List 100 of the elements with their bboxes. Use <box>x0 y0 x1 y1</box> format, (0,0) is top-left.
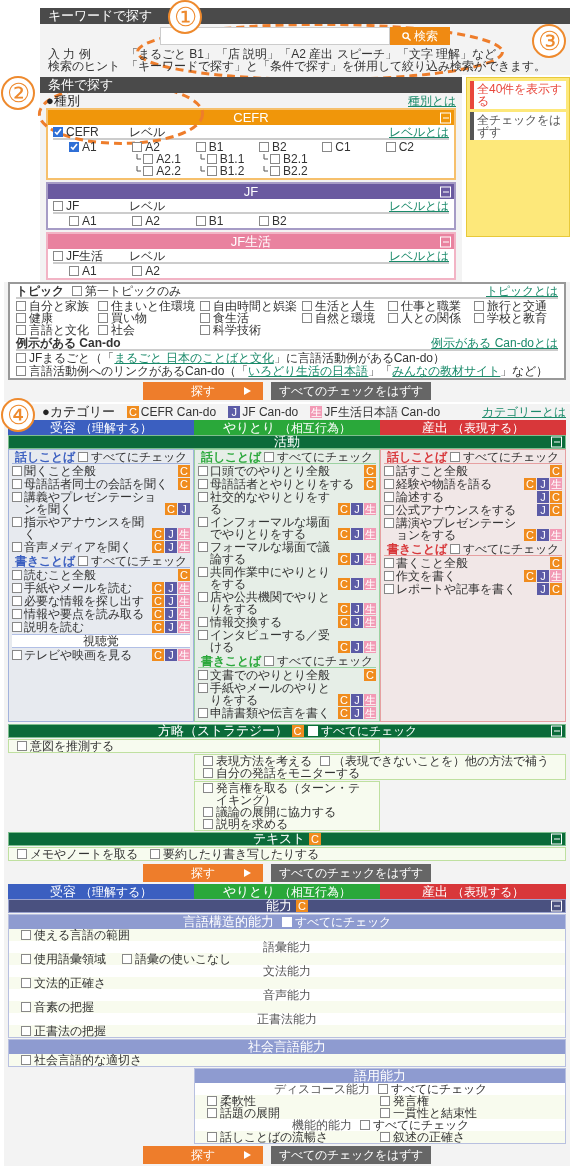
checkbox[interactable] <box>21 978 31 988</box>
checkbox[interactable] <box>384 518 394 528</box>
checkbox[interactable] <box>206 166 217 176</box>
checkbox[interactable] <box>16 301 26 311</box>
checkbox[interactable] <box>203 783 213 793</box>
help-link[interactable]: トピックとは <box>486 285 558 297</box>
checkbox[interactable] <box>198 630 208 640</box>
checkbox[interactable] <box>53 127 63 137</box>
checkbox[interactable] <box>450 544 460 554</box>
checkbox[interactable] <box>198 479 208 489</box>
checkbox[interactable] <box>200 325 210 335</box>
checkbox[interactable] <box>69 266 79 276</box>
checkbox[interactable] <box>206 154 217 164</box>
checkbox[interactable] <box>69 216 79 226</box>
checkbox[interactable] <box>474 313 484 323</box>
checkbox[interactable] <box>122 954 132 964</box>
checkbox[interactable] <box>72 286 82 296</box>
checkbox[interactable] <box>132 266 143 276</box>
checkbox[interactable] <box>259 216 269 226</box>
checkbox[interactable] <box>200 313 210 323</box>
checkbox[interactable] <box>384 558 394 568</box>
checkbox[interactable] <box>195 142 206 152</box>
checkbox[interactable] <box>12 479 22 489</box>
checkbox[interactable] <box>12 517 22 527</box>
checkbox[interactable] <box>53 201 63 211</box>
checkbox[interactable] <box>98 313 108 323</box>
sidebar-button[interactable]: 全チェックをはずす <box>470 112 566 140</box>
search-button[interactable]: 探す <box>143 1146 263 1164</box>
checkbox[interactable] <box>270 154 280 164</box>
help-link[interactable]: みんなの教材サイト <box>392 364 501 378</box>
checkbox[interactable] <box>198 492 208 502</box>
checkbox[interactable] <box>78 452 88 462</box>
checkbox[interactable] <box>207 1132 217 1142</box>
clear-button[interactable]: すべてのチェックをはずす <box>271 864 431 882</box>
checkbox[interactable] <box>132 142 143 152</box>
checkbox[interactable] <box>12 583 22 593</box>
checkbox[interactable] <box>17 849 27 859</box>
checkbox[interactable] <box>198 466 208 476</box>
checkbox[interactable] <box>98 301 108 311</box>
collapse-button[interactable] <box>551 725 562 737</box>
checkbox[interactable] <box>384 492 394 502</box>
checkbox[interactable] <box>150 849 160 859</box>
checkbox[interactable] <box>320 756 330 766</box>
checkbox[interactable] <box>198 670 208 680</box>
checkbox[interactable] <box>380 1132 390 1142</box>
collapse-button[interactable] <box>551 900 562 912</box>
checkbox[interactable] <box>195 216 206 226</box>
collapse-button[interactable] <box>551 833 562 845</box>
checkbox[interactable] <box>17 741 27 751</box>
collapse-button[interactable] <box>551 436 562 448</box>
checkbox[interactable] <box>12 596 22 606</box>
checkbox[interactable] <box>12 609 22 619</box>
checkbox[interactable] <box>21 1002 31 1012</box>
checkbox[interactable] <box>380 1108 390 1118</box>
checkbox[interactable] <box>302 313 312 323</box>
checkbox[interactable] <box>16 366 26 376</box>
checkbox[interactable] <box>198 567 208 577</box>
collapse-button[interactable] <box>440 186 451 197</box>
help-link[interactable]: レベルとは <box>389 200 449 212</box>
checkbox[interactable] <box>16 353 26 363</box>
search-button[interactable]: 探す <box>143 382 263 400</box>
checkbox[interactable] <box>207 1108 217 1118</box>
checkbox[interactable] <box>98 325 108 335</box>
help-link[interactable]: レベルとは <box>389 250 449 262</box>
checkbox[interactable] <box>359 1120 370 1130</box>
checkbox[interactable] <box>78 556 88 566</box>
checkbox[interactable] <box>385 142 396 152</box>
checkbox[interactable] <box>21 1055 31 1065</box>
checkbox[interactable] <box>264 452 274 462</box>
checkbox[interactable] <box>384 505 394 515</box>
checkbox[interactable] <box>380 1096 390 1106</box>
checkbox[interactable] <box>16 313 26 323</box>
checkbox[interactable] <box>69 142 79 152</box>
checkbox[interactable] <box>322 142 333 152</box>
checkbox[interactable] <box>198 517 208 527</box>
checkbox[interactable] <box>388 301 398 311</box>
checkbox[interactable] <box>21 930 31 940</box>
help-link[interactable]: 例示がある Can-doとは <box>431 337 558 349</box>
search-button[interactable]: 探す <box>143 864 263 882</box>
checkbox[interactable] <box>384 584 394 594</box>
checkbox[interactable] <box>53 251 63 261</box>
checkbox[interactable] <box>12 622 22 632</box>
checkbox[interactable] <box>21 954 31 964</box>
search-field[interactable] <box>160 27 390 45</box>
checkbox[interactable] <box>377 1084 388 1094</box>
checkbox[interactable] <box>388 313 398 323</box>
help-link[interactable]: いろどり生活の日本語 <box>248 364 369 378</box>
help-link[interactable]: カテゴリーとは <box>482 406 566 418</box>
checkbox[interactable] <box>384 466 394 476</box>
checkbox[interactable] <box>16 325 26 335</box>
checkbox[interactable] <box>270 166 280 176</box>
checkbox[interactable] <box>198 708 208 718</box>
checkbox[interactable] <box>143 154 154 164</box>
checkbox[interactable] <box>21 1026 31 1036</box>
checkbox[interactable] <box>384 571 394 581</box>
checkbox[interactable] <box>450 452 460 462</box>
help-link[interactable]: まるごと 日本のことばと文化 <box>114 351 274 365</box>
checkbox[interactable] <box>200 301 210 311</box>
clear-button[interactable]: すべてのチェックをはずす <box>271 382 431 400</box>
checkbox[interactable] <box>198 542 208 552</box>
